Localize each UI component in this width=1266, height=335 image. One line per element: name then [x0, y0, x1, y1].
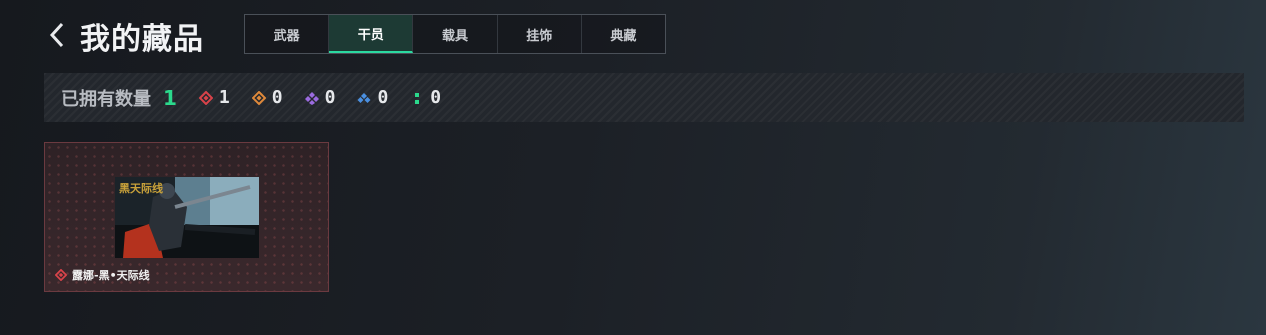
card-item-name: 露娜-黑•天际线 — [72, 269, 150, 282]
rarity-red-count: 1 — [218, 87, 230, 108]
rarity-red: 1 — [198, 87, 230, 108]
back-button[interactable] — [44, 18, 70, 52]
skin-thumbnail: 黑天际线 — [115, 177, 259, 258]
chevron-left-icon — [49, 22, 64, 48]
red-diamond-icon — [55, 269, 67, 281]
rarity-blue-count: 0 — [377, 87, 389, 108]
ownership-stats-bar: 已拥有数量 1 1 0 0 0 0 — [44, 73, 1244, 122]
owned-label: 已拥有数量 — [61, 88, 151, 110]
rarity-orange-count: 0 — [271, 87, 283, 108]
blue-cluster-icon — [357, 92, 371, 103]
tab-weapons[interactable]: 武器 — [245, 15, 330, 53]
red-diamond-icon — [198, 90, 213, 105]
category-tabs: 武器 干员 载具 挂饰 典藏 — [244, 14, 666, 54]
card-name-row: 露娜-黑•天际线 — [55, 267, 150, 283]
rarity-green: 0 — [410, 87, 441, 108]
skin-artwork: 黑天际线 — [115, 177, 259, 258]
rarity-purple: 0 — [304, 87, 336, 108]
green-dots-icon — [415, 92, 420, 104]
tab-charms[interactable]: 挂饰 — [498, 15, 582, 53]
owned-count: 1 — [163, 85, 177, 110]
skin-art-title: 黑天际线 — [119, 181, 163, 195]
rarity-blue: 0 — [357, 87, 388, 108]
tab-operators[interactable]: 干员 — [329, 15, 414, 53]
collection-card[interactable]: 黑天际线 露娜-黑•天际线 — [44, 142, 329, 292]
orange-diamond-icon — [251, 90, 266, 105]
tab-collection[interactable]: 典藏 — [582, 15, 665, 53]
rarity-green-count: 0 — [430, 87, 442, 108]
page-title: 我的藏品 — [80, 22, 204, 57]
tab-vehicles[interactable]: 载具 — [413, 15, 498, 53]
rarity-purple-count: 0 — [324, 87, 336, 108]
purple-cluster-icon — [304, 91, 319, 105]
rarity-orange: 0 — [251, 87, 283, 108]
